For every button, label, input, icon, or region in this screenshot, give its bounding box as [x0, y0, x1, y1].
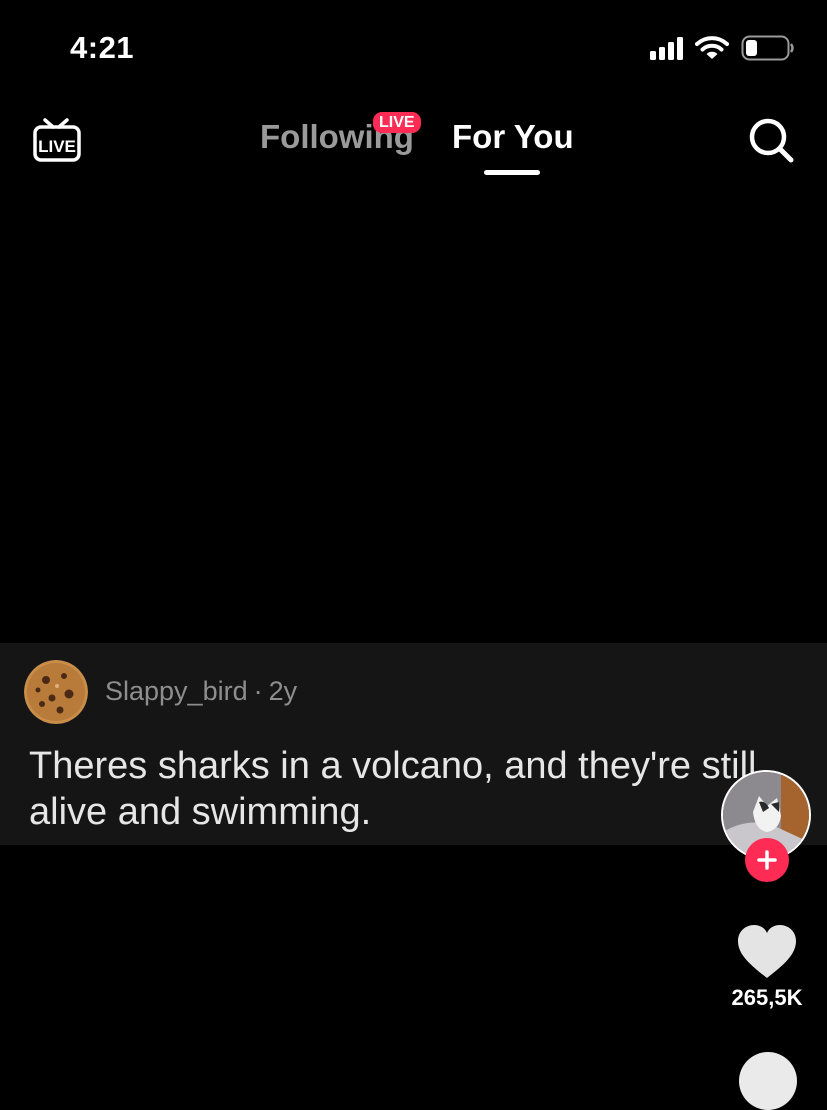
feed-tabs: Following LIVE For You	[0, 112, 827, 178]
plus-icon	[757, 850, 777, 870]
comment-panel: Slappy_bird · 2y Theres sharks in a volcan…	[0, 643, 827, 845]
meta-separator: ·	[253, 676, 263, 706]
cookie-icon	[24, 660, 88, 724]
status-icons	[650, 35, 795, 61]
comment-text: Theres sharks in a volcano, and they're …	[29, 745, 757, 833]
live-badge: LIVE	[373, 112, 421, 133]
search-button[interactable]	[747, 116, 797, 166]
signal-icon	[650, 36, 683, 60]
status-time: 4:21	[70, 30, 135, 65]
search-icon	[749, 118, 794, 163]
battery-icon	[741, 35, 794, 61]
comment-username[interactable]: Slappy_bird	[105, 676, 248, 706]
like-button[interactable]	[735, 922, 799, 982]
follow-button[interactable]	[745, 838, 789, 882]
comment-button[interactable]	[739, 1052, 797, 1110]
comment-age: 2y	[268, 676, 298, 706]
wifi-icon	[695, 36, 729, 59]
commenter-avatar[interactable]	[24, 660, 88, 724]
active-tab-indicator	[484, 170, 540, 175]
comment-meta: Slappy_bird · 2y	[105, 676, 297, 707]
tab-for-you[interactable]: For You	[452, 118, 574, 156]
heart-icon	[738, 925, 796, 978]
like-count: 265,5K	[731, 985, 803, 1010]
